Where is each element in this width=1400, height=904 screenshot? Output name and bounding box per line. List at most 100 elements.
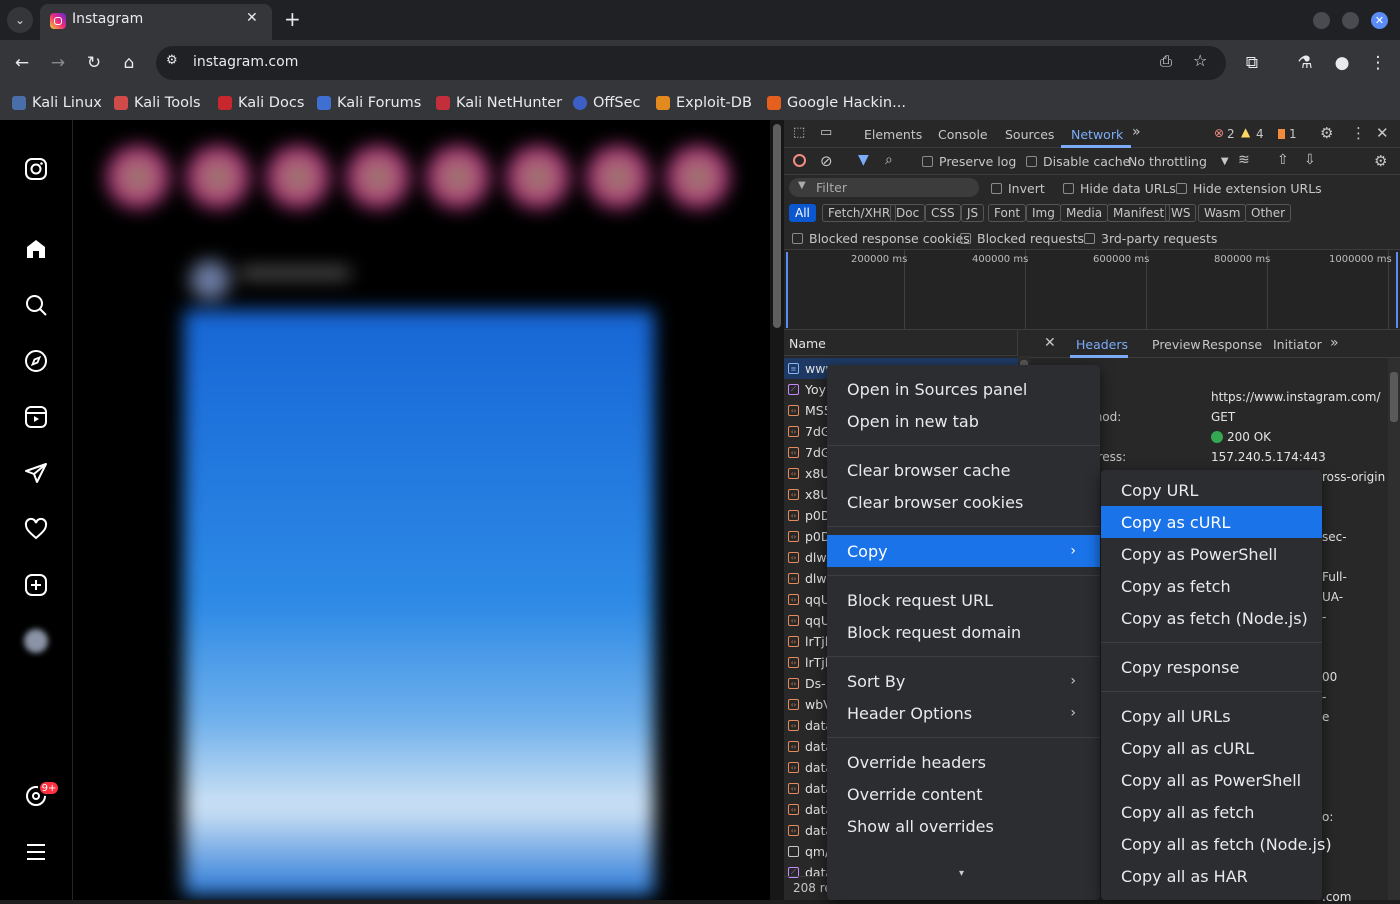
network-settings-icon[interactable]: ⚙: [1374, 152, 1387, 170]
third-party-requests-checkbox[interactable]: 3rd-party requests: [1084, 231, 1217, 246]
request-url-value[interactable]: https://www.instagram.com/: [1211, 390, 1381, 404]
submenu-copy-as-fetch-nodejs[interactable]: Copy as fetch (Node.js): [1101, 602, 1322, 634]
export-har-icon[interactable]: ⇩: [1304, 152, 1316, 168]
profile-avatar[interactable]: [22, 627, 50, 655]
submenu-copy-all-as-fetch[interactable]: Copy all as fetch: [1101, 796, 1322, 828]
hide-data-urls-checkbox[interactable]: Hide data URLs: [1063, 181, 1176, 196]
request-row[interactable]: ‹› 7dG: [788, 442, 831, 463]
request-row[interactable]: ‹› Ds-: [788, 673, 826, 694]
devtools-menu-icon[interactable]: ⋮: [1351, 124, 1366, 142]
bookmark-kali-nethunter[interactable]: Kali NetHunter: [436, 91, 562, 115]
submenu-copy-as-curl[interactable]: Copy as cURL: [1101, 506, 1322, 538]
bookmark-kali-forums[interactable]: Kali Forums: [317, 91, 421, 115]
timeline-overview[interactable]: 200000 ms 400000 ms 600000 ms 800000 ms …: [784, 250, 1400, 330]
more-menu-icon[interactable]: [22, 838, 50, 866]
bookmark-kali-docs[interactable]: Kali Docs: [218, 91, 304, 115]
instagram-logo-icon[interactable]: [22, 155, 50, 183]
search-icon[interactable]: ⌕: [885, 152, 893, 168]
bookmark-kali-tools[interactable]: Kali Tools: [114, 91, 201, 115]
new-tab-button[interactable]: +: [284, 8, 301, 30]
story-avatar[interactable]: [586, 145, 650, 209]
submenu-copy-all-as-curl[interactable]: Copy all as cURL: [1101, 732, 1322, 764]
chip-wasm[interactable]: Wasm: [1198, 204, 1247, 222]
tab-close-icon[interactable]: ✕: [246, 10, 258, 26]
detail-tab-initiator[interactable]: Initiator: [1273, 337, 1322, 352]
more-tabs-chevron-icon[interactable]: »: [1132, 124, 1141, 140]
create-plus-icon[interactable]: [22, 571, 50, 599]
status-code-value[interactable]: 200 OK: [1227, 430, 1271, 444]
menu-show-all-overrides[interactable]: Show all overrides: [827, 810, 1100, 842]
menu-block-request-domain[interactable]: Block request domain: [827, 616, 1100, 648]
chip-js[interactable]: JS: [961, 204, 985, 222]
reels-icon[interactable]: [22, 403, 50, 431]
notifications-heart-icon[interactable]: [22, 515, 50, 543]
import-har-icon[interactable]: ⇧: [1277, 152, 1289, 168]
chip-font[interactable]: Font: [988, 204, 1027, 222]
close-detail-icon[interactable]: ✕: [1044, 335, 1056, 351]
request-row[interactable]: ‹› 7dG: [788, 421, 831, 442]
menu-open-in-sources[interactable]: Open in Sources panel: [827, 373, 1100, 405]
headers-scrollbar[interactable]: [1388, 358, 1400, 900]
forward-arrow-icon[interactable]: →: [47, 52, 69, 74]
inspect-element-icon[interactable]: ⬚: [793, 125, 805, 140]
bookmark-google-hacking[interactable]: Google Hackin...: [767, 91, 906, 115]
menu-scroll-down-icon[interactable]: ▾: [959, 868, 964, 879]
chip-other[interactable]: Other: [1245, 204, 1292, 222]
menu-open-in-new-tab[interactable]: Open in new tab: [827, 405, 1100, 437]
menu-override-headers[interactable]: Override headers: [827, 746, 1100, 778]
request-row[interactable]: qm/: [788, 841, 829, 862]
profile-icon[interactable]: ●: [1331, 52, 1353, 74]
submenu-copy-as-fetch[interactable]: Copy as fetch: [1101, 570, 1322, 602]
name-column-header[interactable]: Name: [784, 330, 1018, 356]
request-row[interactable]: ‹› p0D: [788, 505, 831, 526]
menu-clear-browser-cookies[interactable]: Clear browser cookies: [827, 486, 1100, 518]
back-arrow-icon[interactable]: ←: [11, 52, 33, 74]
menu-block-request-url[interactable]: Block request URL: [827, 584, 1100, 616]
story-avatar[interactable]: [186, 145, 250, 209]
extensions-icon[interactable]: ⧉: [1241, 52, 1263, 74]
request-row[interactable]: ‹› x8U: [788, 484, 830, 505]
device-toolbar-icon[interactable]: ▭: [820, 125, 832, 140]
issues-count[interactable]: 1: [1289, 127, 1297, 141]
request-row[interactable]: ‹› dlw: [788, 568, 827, 589]
menu-dots-icon[interactable]: ⋮: [1367, 52, 1389, 74]
tab-sources[interactable]: Sources: [1005, 127, 1054, 142]
detail-tab-preview[interactable]: Preview: [1152, 337, 1201, 352]
chip-ws[interactable]: WS: [1165, 204, 1197, 222]
window-close-button[interactable]: ✕: [1371, 12, 1388, 29]
submenu-copy-all-urls[interactable]: Copy all URLs: [1101, 700, 1322, 732]
disable-cache-checkbox[interactable]: Disable cache: [1026, 154, 1130, 169]
request-row[interactable]: ‹› qqU: [788, 610, 830, 631]
blocked-response-cookies-checkbox[interactable]: Blocked response cookies: [792, 231, 970, 246]
install-app-icon[interactable]: ⎙: [1160, 52, 1172, 70]
bookmark-exploit-db[interactable]: Exploit-DB: [656, 91, 752, 115]
story-avatar[interactable]: [346, 145, 410, 209]
hide-extension-urls-checkbox[interactable]: Hide extension URLs: [1176, 181, 1322, 196]
url-text[interactable]: instagram.com: [193, 54, 298, 70]
request-row[interactable]: ⟋ Yoy: [788, 379, 826, 400]
headers-scrollbar-thumb[interactable]: [1390, 372, 1398, 422]
story-avatar[interactable]: [106, 145, 170, 209]
submenu-copy-url[interactable]: Copy URL: [1101, 474, 1322, 506]
post-author-avatar[interactable]: [190, 260, 230, 300]
messages-send-icon[interactable]: [22, 459, 50, 487]
submenu-copy-response[interactable]: Copy response: [1101, 651, 1322, 683]
request-row[interactable]: ‹› qqU: [788, 589, 830, 610]
labs-flask-icon[interactable]: ⚗: [1294, 52, 1316, 74]
chip-fetch-xhr[interactable]: Fetch/XHR: [822, 204, 897, 222]
request-row[interactable]: ‹› p0D: [788, 526, 831, 547]
filter-input[interactable]: ▼ Filter: [789, 178, 979, 197]
home-icon[interactable]: ⌂: [118, 52, 140, 74]
detail-tab-headers[interactable]: Headers: [1076, 337, 1128, 352]
submenu-copy-all-as-har[interactable]: Copy all as HAR: [1101, 860, 1322, 892]
request-row[interactable]: ‹› dlw: [788, 547, 827, 568]
submenu-copy-as-powershell[interactable]: Copy as PowerShell: [1101, 538, 1322, 570]
close-devtools-icon[interactable]: ✕: [1376, 124, 1389, 142]
explore-compass-icon[interactable]: [22, 347, 50, 375]
tab-elements[interactable]: Elements: [864, 127, 922, 142]
story-avatar[interactable]: [266, 145, 330, 209]
story-avatar[interactable]: [506, 145, 570, 209]
menu-copy[interactable]: Copy ›: [827, 535, 1100, 567]
request-row[interactable]: ‹› wbV: [788, 694, 832, 715]
reload-icon[interactable]: ↻: [83, 52, 105, 74]
